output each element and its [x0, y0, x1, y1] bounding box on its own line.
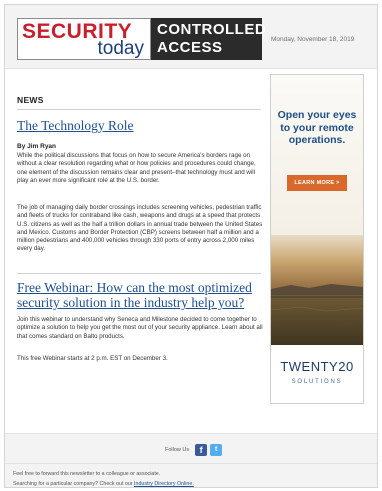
newsletter-footer: Follow Us f t Feel free to forward this …: [5, 433, 377, 487]
article-title-link[interactable]: The Technology Role: [17, 118, 262, 133]
webinar-paragraph: This free Webinar starts at 2 p.m. EST o…: [17, 355, 168, 362]
issue-date: Monday, November 18, 2019: [271, 36, 355, 43]
logo-badge-line1: CONTROLLED: [157, 21, 267, 38]
directory-note-text: Searching for a particular company? Chec…: [13, 481, 133, 487]
article-byline: By Jim Ryan: [17, 143, 57, 150]
ad-message-area: Open your eyes to your remote operations…: [271, 75, 363, 235]
newsletter-frame: SECURITY today CONTROLLED ACCESS Monday,…: [4, 4, 378, 488]
logo-today-text: today: [97, 38, 144, 59]
footer-divider: [5, 463, 377, 464]
ad-headline: Open your eyes to your remote operations…: [277, 109, 357, 146]
twenty20-logo-subtext: SOLUTIONS: [291, 379, 343, 385]
border-landscape-photo: [271, 235, 363, 345]
twenty20-ad-banner[interactable]: Open your eyes to your remote operations…: [270, 74, 364, 404]
logo-badge-line2: ACCESS: [157, 39, 223, 56]
article-paragraph: The job of managing daily border crossin…: [17, 204, 263, 253]
article-paragraph: While the political discussions that foc…: [17, 152, 256, 184]
logo-wordmark: SECURITY today: [17, 18, 151, 60]
twitter-icon[interactable]: t: [210, 444, 223, 456]
section-divider: [17, 109, 261, 110]
article-divider: [17, 273, 261, 274]
facebook-icon[interactable]: f: [195, 444, 208, 456]
webinar-paragraph: Join this webinar to understand why Sene…: [17, 316, 263, 340]
follow-us-label: Follow Us: [165, 447, 190, 453]
twenty20-logo-text: TWENTY20: [280, 359, 354, 374]
newsletter-header: SECURITY today CONTROLLED ACCESS Monday,…: [5, 5, 377, 69]
industry-directory-link[interactable]: Industry Directory Online.: [134, 481, 194, 487]
directory-note: Searching for a particular company? Chec…: [13, 481, 194, 487]
logo-badge: CONTROLLED ACCESS: [151, 18, 267, 60]
section-label-news: NEWS: [17, 95, 44, 105]
ad-brand-area: TWENTY20 SOLUTIONS: [271, 345, 363, 403]
follow-us-row: Follow Us f t: [165, 444, 223, 456]
webinar-title-link[interactable]: Free Webinar: How can the most optimized…: [17, 280, 262, 310]
learn-more-button[interactable]: LEARN MORE >: [287, 175, 347, 191]
security-today-logo[interactable]: SECURITY today CONTROLLED ACCESS: [17, 18, 267, 60]
forward-note: Feel free to forward this newsletter to …: [13, 471, 161, 477]
